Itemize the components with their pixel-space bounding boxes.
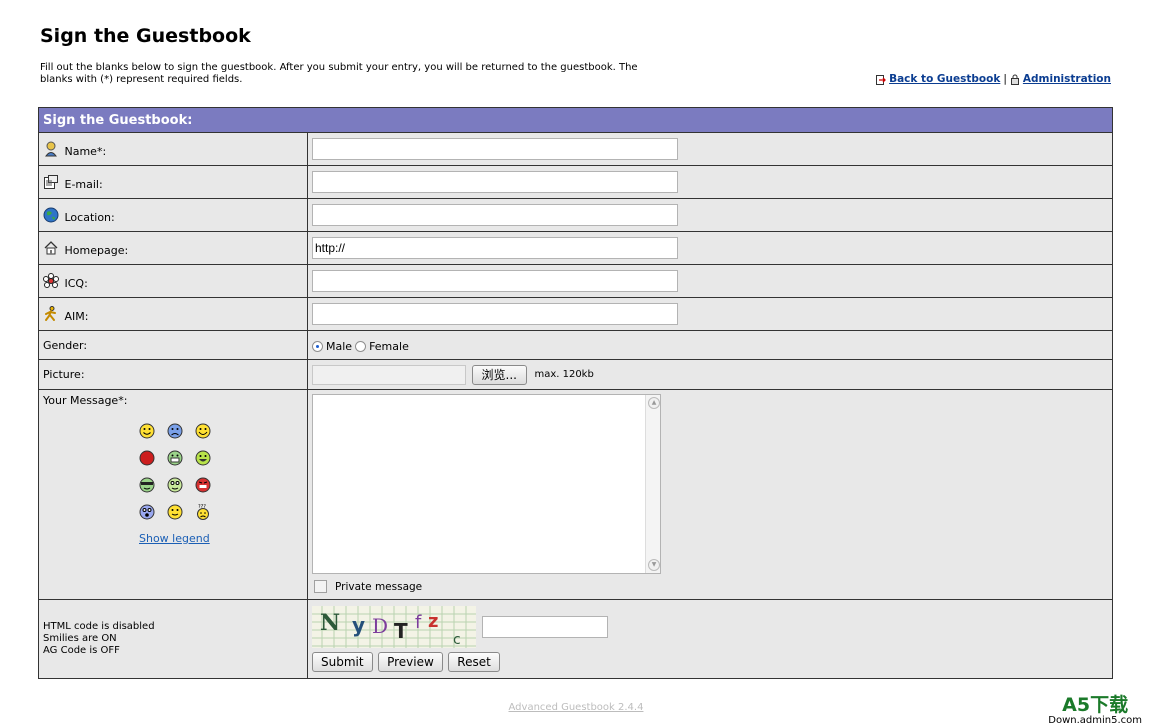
message-textarea[interactable]: ▲ ▼ [312,394,661,574]
form-header: Sign the Guestbook: [38,107,1113,133]
location-input[interactable] [312,204,678,226]
person-icon [45,141,57,156]
show-legend-link[interactable]: Show legend [139,532,303,545]
aim-input[interactable] [312,303,678,325]
back-to-guestbook-link[interactable]: Back to Guestbook [889,73,1000,85]
homepage-row: Homepage: [38,231,1113,265]
laugh-icon[interactable] [195,450,211,466]
name-input[interactable] [312,138,678,160]
private-message-label: Private message [335,580,423,593]
picture-file-field[interactable] [312,364,466,385]
captcha-char-1: N [320,610,340,636]
smilies-status: Smilies are ON [43,633,117,644]
location-row: Location: [38,198,1113,232]
intro-text: Fill out the blanks below to sign the gu… [40,62,638,85]
gender-row: Gender: Male Female [38,330,1113,360]
grin-icon[interactable] [195,423,211,439]
guestbook-form: Sign the Guestbook: Name*: E-mail: Locat… [38,107,1113,679]
aim-row: AIM: [38,297,1113,331]
name-row: Name*: [38,132,1113,166]
captcha-char-6: z [428,611,438,632]
watermark-site: Down.admin5.com [1048,715,1142,726]
gender-options: Male Female [312,340,1108,353]
smile-icon[interactable] [139,423,155,439]
smilies-grid: ??? [139,423,303,520]
frown-icon[interactable] [167,423,183,439]
name-label: Name*: [64,144,107,158]
form-buttons: Submit Preview Reset [312,652,1108,672]
captcha-char-3: D [372,614,388,638]
location-label: Location: [64,210,115,224]
female-radio[interactable] [355,340,367,352]
wink-icon[interactable] [167,477,183,493]
administration-link[interactable]: Administration [1023,73,1111,85]
mad-icon[interactable] [195,477,211,493]
footer-version-link[interactable]: Advanced Guestbook 2.4.4 [0,702,1152,713]
submit-row: HTML code is disabled Smilies are ON AG … [38,599,1113,679]
lock-icon [1010,74,1019,85]
watermark: A5下载 Down.admin5.com [1048,695,1142,726]
status-info: HTML code is disabled Smilies are ON AG … [43,621,303,657]
picture-row: Picture: 浏览... max. 120kb [38,359,1113,390]
page-title: Sign the Guestbook [40,25,251,47]
captcha-char-5: f [415,612,422,633]
watermark-brand: A5下载 [1062,694,1129,716]
preview-button[interactable]: Preview [378,652,443,672]
icq-flower-icon [43,272,59,288]
max-size-note: max. 120kb [534,369,594,380]
message-label: Your Message*: [43,394,128,407]
aim-label: AIM: [64,309,89,323]
email-input[interactable] [312,171,678,193]
browse-button[interactable]: 浏览... [471,364,527,385]
form-header-row: Sign the Guestbook: [38,107,1113,133]
ag-status: AG Code is OFF [43,645,120,656]
email-row: E-mail: [38,165,1113,199]
link-separator: | [1003,73,1007,85]
icq-input[interactable] [312,270,678,292]
home-icon [44,240,58,254]
captcha-input[interactable] [482,616,608,638]
email-label: E-mail: [64,177,103,191]
homepage-label: Homepage: [64,243,129,257]
homepage-input[interactable] [312,237,678,259]
captcha-char-4: T [394,619,408,643]
private-message-row: Private message [314,580,1108,593]
confused-icon[interactable]: ??? [195,504,211,520]
male-label: Male [326,339,353,353]
message-row: Your Message*: ??? Show legend ▲ ▼ Priva… [38,389,1113,600]
email-icon [44,174,58,189]
female-label: Female [369,339,409,353]
eek-icon[interactable] [139,504,155,520]
teeth-icon[interactable] [167,450,183,466]
icq-label: ICQ: [64,276,88,290]
captcha-char-2: y [352,613,365,637]
cool-icon[interactable] [139,477,155,493]
captcha-char-7: c [453,632,461,648]
icq-row: ICQ: [38,264,1113,298]
globe-icon [43,207,59,222]
angry-icon[interactable] [139,450,155,466]
gender-label: Gender: [38,330,308,360]
captcha-image: N y D T f z c [312,606,476,648]
scroll-up-icon[interactable]: ▲ [648,397,660,409]
reset-button[interactable]: Reset [448,652,500,672]
top-links: Back to Guestbook | Administration [876,73,1111,85]
smile2-icon[interactable] [167,504,183,520]
captcha-row: N y D T f z c [312,606,1108,648]
private-message-checkbox[interactable] [314,580,327,593]
scroll-down-icon[interactable]: ▼ [648,559,660,571]
submit-button[interactable]: Submit [312,652,373,672]
html-status: HTML code is disabled [43,621,155,632]
message-scrollbar[interactable]: ▲ ▼ [645,395,660,573]
back-arrow-icon [876,74,887,85]
male-radio[interactable] [312,340,323,352]
aim-runner-icon [45,305,56,321]
picture-label: Picture: [38,359,308,390]
